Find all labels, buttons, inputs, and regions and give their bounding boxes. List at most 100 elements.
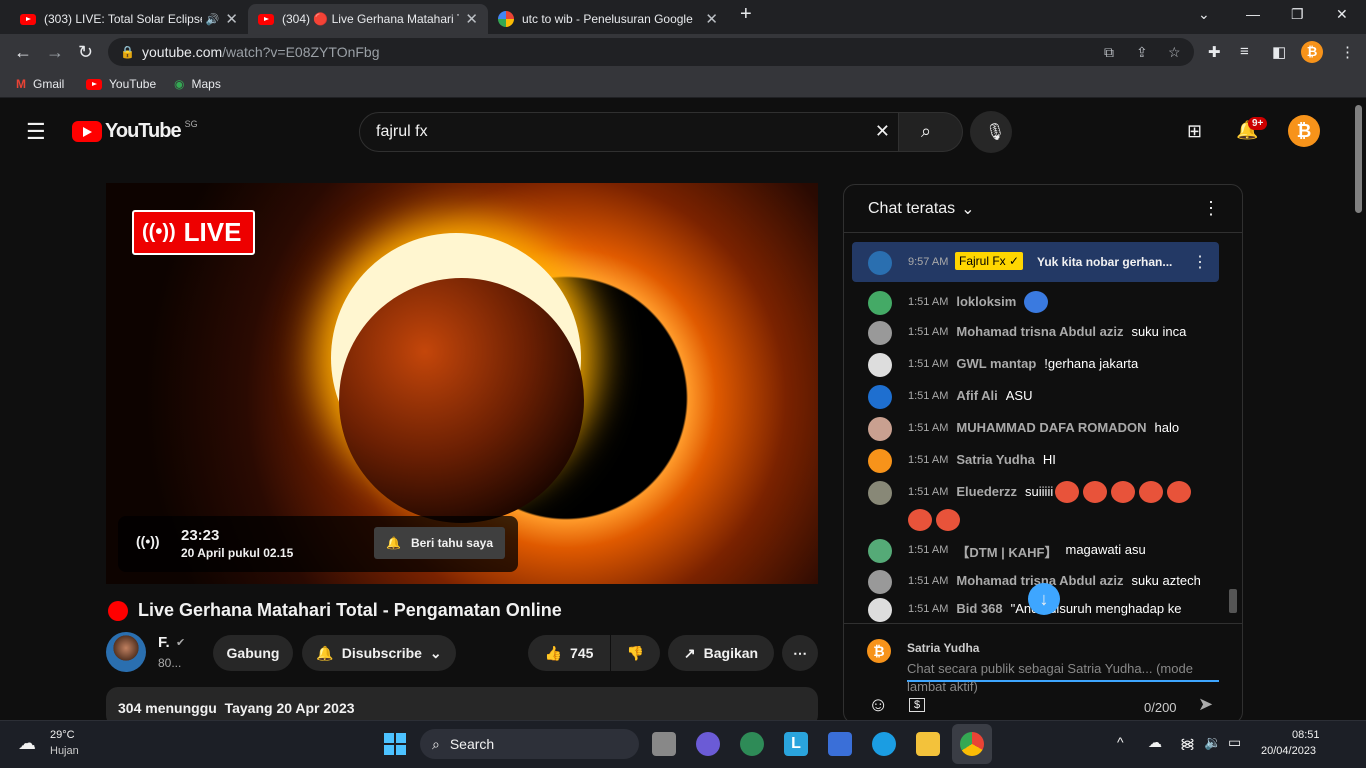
chat-input[interactable]: Chat secara publik sebagai Satria Yudha.… <box>907 660 1219 694</box>
weather-cloud-icon[interactable]: ☁ <box>18 733 36 754</box>
eclipse-moon <box>339 278 584 523</box>
back-icon[interactable]: ← <box>14 42 32 63</box>
bookmark-youtube[interactable]: YouTube <box>86 77 156 91</box>
forward-icon[interactable]: → <box>46 42 64 63</box>
xbox-icon[interactable] <box>740 732 764 756</box>
chrome-taskbar-button[interactable] <box>952 724 992 764</box>
window-close-icon[interactable]: ✕ <box>1336 6 1348 23</box>
tab-gerhana-matahari[interactable]: (304) 🔴 Live Gerhana Matahari T ✕ <box>248 4 488 34</box>
profile-avatar[interactable]: ₿ <box>1301 41 1323 63</box>
lock-icon[interactable]: 🔒 <box>120 45 135 59</box>
owner-badge: Fajrul Fx ✓ <box>955 252 1024 270</box>
super-chat-icon[interactable]: $ <box>909 698 926 712</box>
chevron-up-icon[interactable]: ^ <box>1117 734 1124 750</box>
edge-icon[interactable] <box>872 732 896 756</box>
join-button[interactable]: Gabung <box>213 635 293 671</box>
battery-icon[interactable]: ▭ <box>1228 734 1241 751</box>
like-button[interactable]: 👍 745 <box>528 635 610 671</box>
open-in-app-icon[interactable]: ⧉ <box>1104 44 1114 61</box>
channel-name[interactable]: F. <box>158 634 170 651</box>
dislike-button[interactable]: 👎 <box>611 635 660 671</box>
more-horizontal-icon: ⋯ <box>793 644 807 661</box>
maximize-icon[interactable]: ❐ <box>1291 6 1304 23</box>
onedrive-cloud-icon[interactable]: ☁ <box>1148 734 1162 751</box>
more-actions-button[interactable]: ⋯ <box>782 635 818 671</box>
microsoft-store-icon[interactable] <box>828 732 852 756</box>
voice-search-button[interactable]: 🎙 <box>970 111 1012 153</box>
reload-icon[interactable]: ↻ <box>78 42 93 63</box>
scroll-to-bottom-icon[interactable]: ↓ <box>1028 583 1060 615</box>
tab-search-icon[interactable]: ⌄ <box>1198 6 1210 23</box>
line-app-icon[interactable]: L <box>784 732 808 756</box>
youtube-logo[interactable]: YouTube SG <box>72 119 198 143</box>
chat-message[interactable]: 1:51 AM Eluederzz suiiiii <box>868 481 1208 531</box>
bookmark-gmail[interactable]: M Gmail <box>16 77 64 91</box>
tab-solar-eclipse[interactable]: (303) LIVE: Total Solar Eclipse 🔊 ✕ <box>10 4 248 34</box>
clock-date[interactable]: 20/04/2023 <box>1261 745 1316 757</box>
weather-temp: 29°C <box>50 729 75 741</box>
tab-google-search[interactable]: utc to wib - Penelusuran Google ✕ <box>488 4 728 34</box>
omnibox[interactable]: 🔒 youtube.com/watch?v=E08ZYTOnFbg ⧉ ⇪ ☆ <box>108 38 1194 66</box>
extensions-icon[interactable]: ✚ <box>1208 43 1221 61</box>
subscribe-button[interactable]: 🔔 Disubscribe ⌄ <box>302 635 456 671</box>
clear-search-icon[interactable]: ✕ <box>875 121 890 142</box>
chat-message[interactable]: 1:51 AM lokloksim <box>868 291 1052 315</box>
side-panel-icon[interactable]: ◧ <box>1272 43 1286 61</box>
chat-message[interactable]: 1:51 AM Afif Ali ASU <box>868 385 1033 409</box>
send-icon[interactable]: ➤ <box>1198 694 1213 715</box>
chat-message[interactable]: 1:51 AM Bid 368 "Anda disuruh menghadap ke <box>868 598 1181 622</box>
gmail-icon: M <box>16 77 26 91</box>
chat-app-icon[interactable] <box>696 732 720 756</box>
avatar <box>868 598 892 622</box>
bookmark-maps[interactable]: ◉ Maps <box>174 77 221 91</box>
emoji-picker-icon[interactable]: ☺ <box>868 694 888 717</box>
chat-header[interactable]: Chat teratas ⌄ ⋮ <box>844 185 1242 233</box>
avatar: ₿ <box>867 639 891 663</box>
chat-menu-icon[interactable]: ⋮ <box>1202 198 1220 219</box>
new-tab-icon[interactable]: + <box>740 3 752 26</box>
subscriber-count: 80... <box>158 656 182 670</box>
close-icon[interactable]: ✕ <box>225 10 238 28</box>
maps-icon: ◉ <box>174 77 185 91</box>
chevron-down-icon: ⌄ <box>961 200 975 218</box>
notify-me-button[interactable]: 🔔 Beri tahu saya <box>374 527 505 559</box>
chat-message[interactable]: 1:51 AM Satria Yudha HI <box>868 449 1056 473</box>
chat-message[interactable]: 1:51 AM Mohamad trisna Abdul aziz suku inc… <box>868 321 1186 345</box>
clock-time[interactable]: 08:51 <box>1292 729 1320 741</box>
bookmark-star-icon[interactable]: ☆ <box>1168 44 1181 61</box>
search-input[interactable]: fajrul fx ✕ <box>359 112 899 152</box>
channel-avatar[interactable] <box>106 632 146 672</box>
taskbar-search[interactable]: ⌕ Search <box>420 729 639 759</box>
account-avatar[interactable]: ₿ <box>1288 115 1320 147</box>
youtube-icon <box>86 78 102 90</box>
search-button[interactable]: ⌕ <box>899 112 963 152</box>
start-button-icon[interactable] <box>384 733 406 755</box>
avatar <box>868 291 892 315</box>
wifi-icon[interactable]: ᯼ <box>1180 734 1195 753</box>
browser-menu-icon[interactable]: ⋮ <box>1340 43 1355 61</box>
share-icon[interactable]: ⇪ <box>1136 44 1148 61</box>
media-control-icon[interactable]: ≡ <box>1240 43 1249 60</box>
video-title: Live Gerhana Matahari Total - Pengamatan… <box>108 600 562 621</box>
chat-scrollbar[interactable] <box>1229 589 1237 613</box>
live-badge: ((•)) LIVE <box>132 210 255 255</box>
close-icon[interactable]: ✕ <box>465 10 478 28</box>
speaker-icon[interactable]: 🔊 <box>206 13 220 26</box>
chat-message[interactable]: 1:51 AM MUHAMMAD DAFA ROMADON halo <box>868 417 1179 441</box>
file-explorer-icon[interactable] <box>916 732 940 756</box>
volume-icon[interactable]: 🔉 <box>1204 734 1221 751</box>
close-icon[interactable]: ✕ <box>705 10 718 28</box>
video-player[interactable]: ((•)) LIVE ((•)) 23:23 20 April pukul 02.… <box>106 183 818 584</box>
live-chat-panel: Chat teratas ⌄ ⋮ 9:57 AM Fajrul Fx ✓ Yuk k… <box>843 184 1243 724</box>
chat-message[interactable]: 1:51 AM 【DTM | KAHF】 magawati asu <box>868 539 1146 563</box>
share-button[interactable]: ↗ Bagikan <box>668 635 774 671</box>
page-scrollbar[interactable] <box>1355 105 1362 213</box>
message-menu-icon[interactable]: ⋮ <box>1192 252 1208 272</box>
minimize-icon[interactable]: — <box>1246 6 1260 22</box>
chat-message[interactable]: 1:51 AM GWL mantap !gerhana jakarta <box>868 353 1138 377</box>
browser-tab-bar: (303) LIVE: Total Solar Eclipse 🔊 ✕ (304… <box>0 0 1366 34</box>
task-view-icon[interactable] <box>652 732 676 756</box>
create-video-icon[interactable]: ⊞ <box>1187 121 1202 142</box>
hamburger-menu-icon[interactable]: ☰ <box>26 119 46 145</box>
pinned-message[interactable]: 9:57 AM Fajrul Fx ✓ Yuk kita nobar gerha… <box>852 242 1219 282</box>
